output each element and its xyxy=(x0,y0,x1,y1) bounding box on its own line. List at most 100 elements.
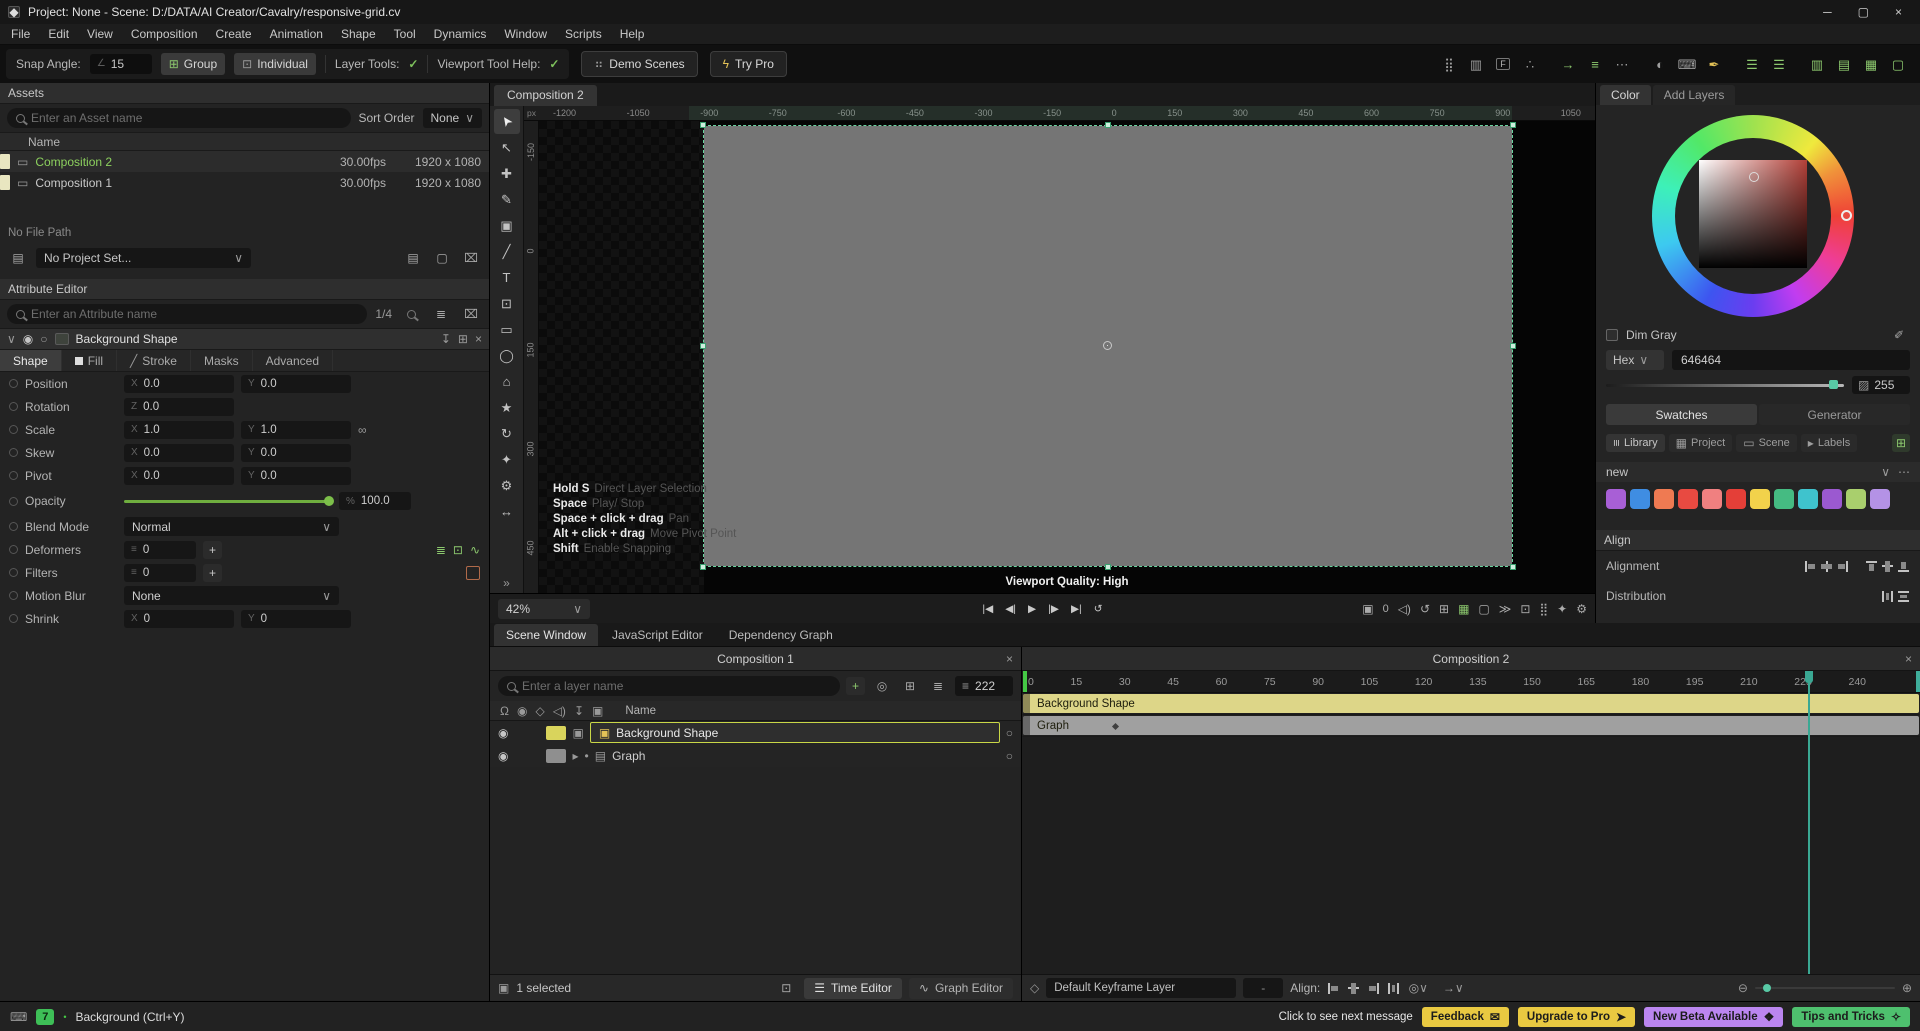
timeline-zoom-slider[interactable] xyxy=(1755,987,1895,989)
message-count-badge[interactable]: 7 xyxy=(36,1009,54,1025)
eye-icon[interactable]: ◉ xyxy=(498,750,508,762)
pivot-y-field[interactable]: Y0.0 xyxy=(241,467,351,485)
lock-column-icon[interactable]: Ω xyxy=(500,705,509,717)
menu-shape[interactable]: Shape xyxy=(332,24,385,45)
motion-path-icon[interactable]: → xyxy=(1556,52,1580,76)
step-forward-button[interactable]: |▶ xyxy=(1048,603,1059,615)
rectangle-tool[interactable]: ▭ xyxy=(494,317,520,342)
try-pro-button[interactable]: ϟ Try Pro xyxy=(710,51,787,77)
layout-grid-icon[interactable]: ▦ xyxy=(1859,52,1883,76)
menu-animation[interactable]: Animation xyxy=(261,24,332,45)
color-mode-dropdown[interactable]: Hex ∨ xyxy=(1606,350,1664,370)
layout-columns-icon[interactable]: ▥ xyxy=(1805,52,1829,76)
work-area-end-marker[interactable] xyxy=(1916,671,1920,692)
grid-toggle-icon[interactable]: ⊞ xyxy=(1439,603,1449,615)
guides-toggle-icon[interactable]: ▦ xyxy=(1458,603,1469,615)
eye-icon[interactable]: ◉ xyxy=(498,727,508,739)
spacing-tool[interactable]: ↔ xyxy=(494,499,520,524)
attribute-search-box[interactable] xyxy=(7,304,367,324)
pivot-x-field[interactable]: X0.0 xyxy=(124,467,234,485)
render-visibility-icon[interactable]: ▣ xyxy=(572,727,583,739)
menu-view[interactable]: View xyxy=(78,24,122,45)
layer-color-chip[interactable] xyxy=(546,749,566,763)
selection-handle[interactable] xyxy=(1105,122,1111,128)
tab-swatches[interactable]: Swatches xyxy=(1606,404,1757,425)
sv-cursor[interactable] xyxy=(1749,172,1759,182)
jump-to-end-button[interactable]: ▶| xyxy=(1071,603,1082,615)
viewport-tool-help-checkbox[interactable]: ✓ xyxy=(549,58,559,70)
graph-editor-button[interactable]: ∿ Graph Editor xyxy=(909,978,1013,999)
layer-search-box[interactable] xyxy=(498,676,840,696)
color-swatch[interactable] xyxy=(1654,489,1674,509)
pin-column-icon[interactable]: ↧ xyxy=(574,705,584,717)
background-shape-artboard[interactable] xyxy=(704,126,1512,566)
close-icon[interactable]: × xyxy=(475,333,482,345)
motion-path-toggle[interactable]: ○ xyxy=(1006,750,1013,762)
pixel-grid-icon[interactable]: ⣿ xyxy=(1539,603,1548,615)
monitor-icon[interactable]: ▢ xyxy=(431,248,453,268)
color-swatch[interactable] xyxy=(1774,489,1794,509)
distribute-h-icon[interactable] xyxy=(1881,590,1894,603)
swatch-grid-icon[interactable]: ⊞ xyxy=(1892,434,1910,452)
polygon-tool[interactable]: ⌂ xyxy=(494,369,520,394)
color-swatch[interactable] xyxy=(1870,489,1890,509)
color-swatch[interactable] xyxy=(1606,489,1626,509)
position-y-field[interactable]: Y0.0 xyxy=(241,375,351,393)
scale-x-field[interactable]: X1.0 xyxy=(124,421,234,439)
direct-select-tool[interactable]: ↖ xyxy=(494,135,520,160)
keyframe-layer-dropdown[interactable]: Default Keyframe Layer xyxy=(1046,978,1236,998)
tab-scene-window[interactable]: Scene Window xyxy=(494,624,598,646)
asset-search-input[interactable] xyxy=(31,111,342,125)
color-swatch[interactable] xyxy=(1750,489,1770,509)
align-keys-right-icon[interactable] xyxy=(1367,982,1380,995)
line-tool[interactable]: ╱ xyxy=(494,239,520,264)
keyframe-toggle[interactable] xyxy=(9,614,18,623)
camera-tool[interactable]: ▣ xyxy=(494,213,520,238)
menu-scripts[interactable]: Scripts xyxy=(556,24,611,45)
group-filter-icon[interactable]: ⊞ xyxy=(899,676,921,696)
align-left-icon[interactable] xyxy=(1804,560,1817,573)
maximize-button[interactable]: ▢ xyxy=(1858,5,1869,19)
distribute-v-icon[interactable] xyxy=(1897,590,1910,603)
skew-y-field[interactable]: Y0.0 xyxy=(241,444,351,462)
folder-icon[interactable]: ▤ xyxy=(402,248,424,268)
keyframe-toggle[interactable] xyxy=(9,497,18,506)
text-tool[interactable]: T xyxy=(494,265,520,290)
hex-value-input[interactable]: 646464 xyxy=(1672,350,1910,370)
project-button[interactable]: ▦Project xyxy=(1669,434,1733,452)
align-bottom-icon[interactable] xyxy=(1897,560,1910,573)
align-keys-center-icon[interactable] xyxy=(1347,982,1360,995)
align-bars-icon[interactable]: ≡ xyxy=(1583,52,1607,76)
menu-edit[interactable]: Edit xyxy=(39,24,78,45)
current-frame-field[interactable]: ≡ 222 xyxy=(955,676,1013,696)
layer-row-background-shape[interactable]: ◉ ▣ ▣ Background Shape ○ xyxy=(490,721,1021,744)
timeline-zoom-handle[interactable] xyxy=(1763,984,1771,992)
artboard-tool[interactable]: ⊡ xyxy=(494,291,520,316)
asset-row-composition-2[interactable]: ▭ Composition 2 30.00fps 1920 x 1080 xyxy=(0,151,489,172)
color-swatch[interactable] xyxy=(1678,489,1698,509)
layer-name[interactable]: ▤ Graph xyxy=(595,749,1000,763)
tab-stroke[interactable]: ╱Stroke xyxy=(117,350,191,371)
viewport-tab-composition-2[interactable]: Composition 2 xyxy=(494,85,597,106)
pencil-tool[interactable]: ✎ xyxy=(494,187,520,212)
keyframe-toggle[interactable] xyxy=(9,522,18,531)
zoom-in-icon[interactable]: ⊕ xyxy=(1902,982,1912,994)
trash-icon[interactable]: ⌧ xyxy=(460,248,482,268)
console-icon[interactable]: ⌨ xyxy=(10,1011,27,1023)
select-tool[interactable]: ➤ xyxy=(494,109,520,134)
menu-file[interactable]: File xyxy=(2,24,39,45)
effects-icon[interactable]: ✦ xyxy=(1557,603,1567,615)
zoom-out-icon[interactable]: ⊖ xyxy=(1738,982,1748,994)
shrink-y-field[interactable]: Y0 xyxy=(241,610,351,628)
eyedropper-icon[interactable]: ✐ xyxy=(1888,325,1910,345)
audio-column-icon[interactable]: ◁) xyxy=(553,705,566,717)
chevron-down-icon[interactable]: ∨ xyxy=(7,333,16,345)
asset-search-box[interactable] xyxy=(7,108,351,128)
track-bar-background-shape[interactable]: Background Shape xyxy=(1023,694,1919,713)
frame-ruler[interactable]: 0153045607590105120135150165180195210225… xyxy=(1022,671,1920,693)
more-options-icon[interactable]: ⋯ xyxy=(1610,52,1634,76)
time-editor-button[interactable]: ☰ Time Editor xyxy=(804,978,902,999)
more-options-icon[interactable]: ⋯ xyxy=(1898,466,1910,478)
hue-ring[interactable] xyxy=(1652,115,1854,317)
play-button[interactable]: ▶ xyxy=(1028,603,1036,615)
